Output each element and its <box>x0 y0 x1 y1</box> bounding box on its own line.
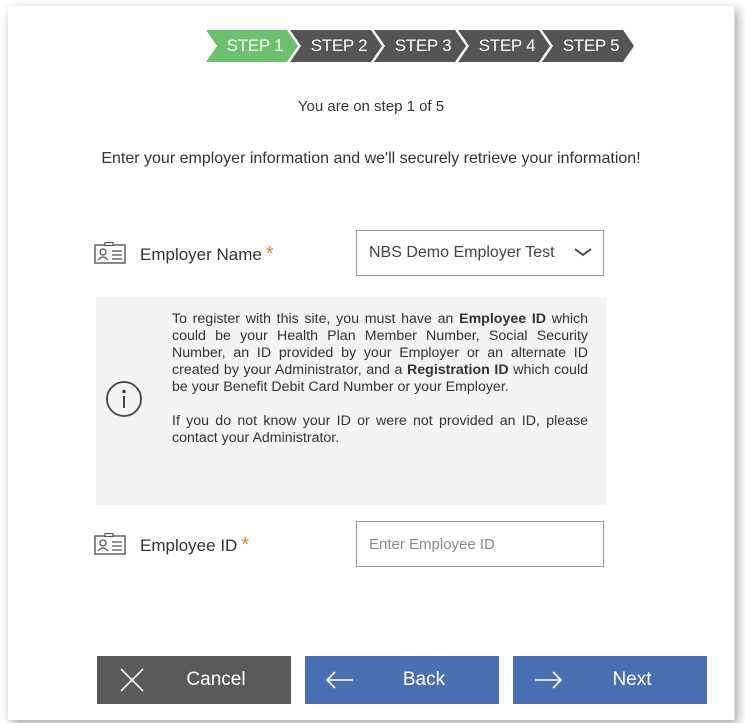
required-mark: * <box>265 243 274 265</box>
step-4: STEP 4 <box>456 28 552 64</box>
info-circle-icon <box>106 381 142 417</box>
step-5-label: STEP 5 <box>562 36 620 55</box>
employer-select-value: NBS Demo Employer Test <box>369 244 555 261</box>
employer-name-row: Employer Name * NBS Demo Employer Test <box>94 230 614 276</box>
required-mark: * <box>241 534 250 556</box>
employer-name-label-text: Employer Name <box>140 245 262 264</box>
step-progress: STEP 1 STEP 2 STEP 3 STEP 4 STEP 5 <box>204 28 644 64</box>
info-box: To register with this site, you must hav… <box>96 297 606 505</box>
step-5: STEP 5 <box>540 28 636 64</box>
employee-id-label: Employee ID * <box>140 534 249 557</box>
next-button-label: Next <box>612 669 652 690</box>
cancel-button[interactable]: Cancel <box>97 656 291 704</box>
employee-id-label-text: Employee ID <box>140 536 238 555</box>
id-card-icon <box>94 533 126 555</box>
step-3-label: STEP 3 <box>394 36 452 55</box>
step-1-label: STEP 1 <box>226 36 284 55</box>
step-2-label: STEP 2 <box>310 36 368 55</box>
back-button[interactable]: Back <box>305 656 499 704</box>
step-4-label: STEP 4 <box>478 36 536 55</box>
step-3: STEP 3 <box>372 28 468 64</box>
intro-text: Enter your employer information and we'l… <box>101 150 641 167</box>
info-paragraph-2: If you do not know your ID or were not p… <box>172 413 588 446</box>
step-2: STEP 2 <box>288 28 384 64</box>
info-paragraph-1: To register with this site, you must hav… <box>172 311 588 396</box>
info-text: To register with this site, you must hav… <box>172 311 588 464</box>
step-status-text: You are on step 1 of 5 <box>297 98 445 115</box>
chevron-down-icon <box>574 248 592 257</box>
step-1: STEP 1 <box>204 28 300 64</box>
employee-id-row: Employee ID * <box>94 521 614 567</box>
employee-id-term: Employee ID <box>459 311 547 327</box>
back-button-label: Back <box>402 669 446 690</box>
cancel-button-label: Cancel <box>186 669 246 690</box>
id-card-icon <box>94 242 126 264</box>
employer-select[interactable]: NBS Demo Employer Test <box>356 230 604 276</box>
employee-id-input[interactable] <box>357 522 603 566</box>
registration-id-term: Registration ID <box>407 362 509 378</box>
info-text-part: To register with this site, you must hav… <box>172 311 460 327</box>
registration-panel: STEP 1 STEP 2 STEP 3 STEP 4 STEP 5 You a… <box>8 6 735 720</box>
employer-name-label: Employer Name * <box>140 243 274 266</box>
employee-id-field <box>356 521 604 567</box>
next-button[interactable]: Next <box>513 656 707 704</box>
